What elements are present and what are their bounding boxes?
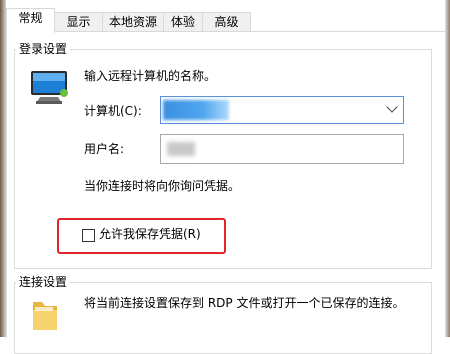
folder-icon xyxy=(33,302,57,330)
username-label: 用户名: xyxy=(84,142,125,156)
connection-settings-group xyxy=(14,282,432,354)
window-edge-right xyxy=(445,0,450,337)
save-credentials-checkbox[interactable] xyxy=(82,229,95,242)
computer-combobox[interactable] xyxy=(160,96,404,124)
chevron-down-icon[interactable] xyxy=(386,101,398,113)
tab-experience[interactable]: 体验 xyxy=(163,12,203,32)
tab-display[interactable]: 显示 xyxy=(54,12,103,32)
connection-description: 将当前连接设置保存到 RDP 文件或打开一个已保存的连接。 xyxy=(84,296,405,310)
save-credentials-label[interactable]: 允许我保存凭据(R) xyxy=(99,226,201,242)
tab-general[interactable]: 常规 xyxy=(6,8,55,33)
connection-settings-title: 连接设置 xyxy=(16,275,71,289)
credential-note: 当你连接时将向你询问凭据。 xyxy=(84,179,241,193)
tab-advanced[interactable]: 高级 xyxy=(202,12,251,32)
computer-label: 计算机(C): xyxy=(84,104,142,118)
username-value-redacted xyxy=(167,142,195,156)
computer-icon xyxy=(31,71,68,104)
tab-local-resources[interactable]: 本地资源 xyxy=(102,12,164,32)
username-field[interactable] xyxy=(160,134,404,164)
enter-computer-prompt: 输入远程计算机的名称。 xyxy=(84,69,217,83)
login-settings-title: 登录设置 xyxy=(16,42,71,56)
computer-value-redacted xyxy=(163,100,229,120)
